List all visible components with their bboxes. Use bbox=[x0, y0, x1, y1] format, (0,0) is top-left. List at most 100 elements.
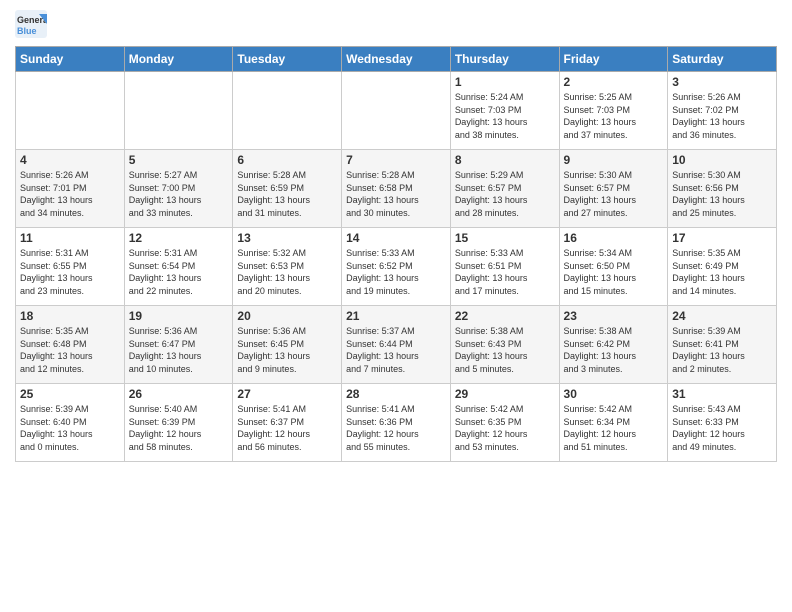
day-info: Sunrise: 5:40 AM Sunset: 6:39 PM Dayligh… bbox=[129, 403, 229, 453]
day-number: 19 bbox=[129, 309, 229, 323]
day-number: 13 bbox=[237, 231, 337, 245]
weekday-header-saturday: Saturday bbox=[668, 47, 777, 72]
day-info: Sunrise: 5:25 AM Sunset: 7:03 PM Dayligh… bbox=[564, 91, 664, 141]
day-info: Sunrise: 5:32 AM Sunset: 6:53 PM Dayligh… bbox=[237, 247, 337, 297]
day-number: 12 bbox=[129, 231, 229, 245]
day-number: 1 bbox=[455, 75, 555, 89]
calendar-cell: 3Sunrise: 5:26 AM Sunset: 7:02 PM Daylig… bbox=[668, 72, 777, 150]
day-info: Sunrise: 5:29 AM Sunset: 6:57 PM Dayligh… bbox=[455, 169, 555, 219]
day-number: 5 bbox=[129, 153, 229, 167]
day-number: 25 bbox=[20, 387, 120, 401]
day-number: 6 bbox=[237, 153, 337, 167]
calendar-cell: 30 Sunrise: 5:42 AM Sunset: 6:34 PM Dayli… bbox=[559, 384, 668, 462]
day-info: Sunrise: 5:34 AM Sunset: 6:50 PM Dayligh… bbox=[564, 247, 664, 297]
day-number: 22 bbox=[455, 309, 555, 323]
day-info: Sunrise: 5:42 AM Sunset: 6:34 PM Dayligh… bbox=[564, 403, 664, 453]
day-number: 7 bbox=[346, 153, 446, 167]
logo-icon: General Blue bbox=[15, 10, 47, 38]
day-info: Sunrise: 5:31 AM Sunset: 6:54 PM Dayligh… bbox=[129, 247, 229, 297]
calendar-week-4: 18Sunrise: 5:35 AM Sunset: 6:48 PM Dayli… bbox=[16, 306, 777, 384]
calendar-cell: 27 Sunrise: 5:41 AM Sunset: 6:37 PM Dayli… bbox=[233, 384, 342, 462]
day-number: 20 bbox=[237, 309, 337, 323]
calendar-cell: 8 Sunrise: 5:29 AM Sunset: 6:57 PM Daylig… bbox=[450, 150, 559, 228]
calendar-cell: 5 Sunrise: 5:27 AM Sunset: 7:00 PM Daylig… bbox=[124, 150, 233, 228]
calendar-cell: 2 Sunrise: 5:25 AM Sunset: 7:03 PM Daylig… bbox=[559, 72, 668, 150]
day-number: 29 bbox=[455, 387, 555, 401]
weekday-header-sunday: Sunday bbox=[16, 47, 125, 72]
calendar-cell: 14 Sunrise: 5:33 AM Sunset: 6:52 PM Dayli… bbox=[342, 228, 451, 306]
day-number: 9 bbox=[564, 153, 664, 167]
day-number: 31 bbox=[672, 387, 772, 401]
day-info: Sunrise: 5:35 AM Sunset: 6:49 PM Dayligh… bbox=[672, 247, 772, 297]
day-number: 30 bbox=[564, 387, 664, 401]
page-container: General Blue SundayMondayTuesdayWednesda… bbox=[0, 0, 792, 472]
weekday-header-row: SundayMondayTuesdayWednesdayThursdayFrid… bbox=[16, 47, 777, 72]
calendar-cell: 26 Sunrise: 5:40 AM Sunset: 6:39 PM Dayli… bbox=[124, 384, 233, 462]
day-info: Sunrise: 5:38 AM Sunset: 6:42 PM Dayligh… bbox=[564, 325, 664, 375]
calendar-cell: 10Sunrise: 5:30 AM Sunset: 6:56 PM Dayli… bbox=[668, 150, 777, 228]
calendar-week-5: 25 Sunrise: 5:39 AM Sunset: 6:40 PM Dayli… bbox=[16, 384, 777, 462]
day-info: Sunrise: 5:26 AM Sunset: 7:01 PM Dayligh… bbox=[20, 169, 120, 219]
calendar-cell: 21Sunrise: 5:37 AM Sunset: 6:44 PM Dayli… bbox=[342, 306, 451, 384]
day-info: Sunrise: 5:30 AM Sunset: 6:56 PM Dayligh… bbox=[672, 169, 772, 219]
calendar-cell: 28Sunrise: 5:41 AM Sunset: 6:36 PM Dayli… bbox=[342, 384, 451, 462]
day-number: 8 bbox=[455, 153, 555, 167]
day-info: Sunrise: 5:43 AM Sunset: 6:33 PM Dayligh… bbox=[672, 403, 772, 453]
calendar-cell: 22Sunrise: 5:38 AM Sunset: 6:43 PM Dayli… bbox=[450, 306, 559, 384]
calendar-cell: 11 Sunrise: 5:31 AM Sunset: 6:55 PM Dayli… bbox=[16, 228, 125, 306]
weekday-header-monday: Monday bbox=[124, 47, 233, 72]
calendar-cell: 23 Sunrise: 5:38 AM Sunset: 6:42 PM Dayli… bbox=[559, 306, 668, 384]
logo: General Blue bbox=[15, 10, 47, 38]
calendar-cell: 18Sunrise: 5:35 AM Sunset: 6:48 PM Dayli… bbox=[16, 306, 125, 384]
day-number: 26 bbox=[129, 387, 229, 401]
day-number: 16 bbox=[564, 231, 664, 245]
day-number: 23 bbox=[564, 309, 664, 323]
day-number: 2 bbox=[564, 75, 664, 89]
day-info: Sunrise: 5:42 AM Sunset: 6:35 PM Dayligh… bbox=[455, 403, 555, 453]
day-info: Sunrise: 5:33 AM Sunset: 6:51 PM Dayligh… bbox=[455, 247, 555, 297]
day-number: 27 bbox=[237, 387, 337, 401]
day-info: Sunrise: 5:41 AM Sunset: 6:37 PM Dayligh… bbox=[237, 403, 337, 453]
weekday-header-thursday: Thursday bbox=[450, 47, 559, 72]
day-info: Sunrise: 5:39 AM Sunset: 6:41 PM Dayligh… bbox=[672, 325, 772, 375]
calendar-cell: 19Sunrise: 5:36 AM Sunset: 6:47 PM Dayli… bbox=[124, 306, 233, 384]
day-number: 18 bbox=[20, 309, 120, 323]
day-number: 14 bbox=[346, 231, 446, 245]
calendar-cell: 7 Sunrise: 5:28 AM Sunset: 6:58 PM Daylig… bbox=[342, 150, 451, 228]
day-info: Sunrise: 5:27 AM Sunset: 7:00 PM Dayligh… bbox=[129, 169, 229, 219]
day-number: 4 bbox=[20, 153, 120, 167]
day-info: Sunrise: 5:33 AM Sunset: 6:52 PM Dayligh… bbox=[346, 247, 446, 297]
calendar-cell: 20 Sunrise: 5:36 AM Sunset: 6:45 PM Dayli… bbox=[233, 306, 342, 384]
calendar-cell: 1 Sunrise: 5:24 AM Sunset: 7:03 PM Daylig… bbox=[450, 72, 559, 150]
day-info: Sunrise: 5:39 AM Sunset: 6:40 PM Dayligh… bbox=[20, 403, 120, 453]
day-number: 24 bbox=[672, 309, 772, 323]
day-number: 11 bbox=[20, 231, 120, 245]
calendar-cell bbox=[124, 72, 233, 150]
day-info: Sunrise: 5:37 AM Sunset: 6:44 PM Dayligh… bbox=[346, 325, 446, 375]
calendar-cell: 16 Sunrise: 5:34 AM Sunset: 6:50 PM Dayli… bbox=[559, 228, 668, 306]
calendar-cell: 13 Sunrise: 5:32 AM Sunset: 6:53 PM Dayli… bbox=[233, 228, 342, 306]
day-number: 17 bbox=[672, 231, 772, 245]
day-info: Sunrise: 5:36 AM Sunset: 6:45 PM Dayligh… bbox=[237, 325, 337, 375]
day-info: Sunrise: 5:41 AM Sunset: 6:36 PM Dayligh… bbox=[346, 403, 446, 453]
calendar-cell: 31 Sunrise: 5:43 AM Sunset: 6:33 PM Dayli… bbox=[668, 384, 777, 462]
calendar-cell bbox=[233, 72, 342, 150]
calendar-week-3: 11 Sunrise: 5:31 AM Sunset: 6:55 PM Dayli… bbox=[16, 228, 777, 306]
weekday-header-wednesday: Wednesday bbox=[342, 47, 451, 72]
calendar-cell: 9 Sunrise: 5:30 AM Sunset: 6:57 PM Daylig… bbox=[559, 150, 668, 228]
weekday-header-tuesday: Tuesday bbox=[233, 47, 342, 72]
calendar-week-1: 1 Sunrise: 5:24 AM Sunset: 7:03 PM Daylig… bbox=[16, 72, 777, 150]
day-info: Sunrise: 5:31 AM Sunset: 6:55 PM Dayligh… bbox=[20, 247, 120, 297]
calendar-cell bbox=[16, 72, 125, 150]
day-info: Sunrise: 5:26 AM Sunset: 7:02 PM Dayligh… bbox=[672, 91, 772, 141]
calendar-cell: 24 Sunrise: 5:39 AM Sunset: 6:41 PM Dayli… bbox=[668, 306, 777, 384]
day-info: Sunrise: 5:24 AM Sunset: 7:03 PM Dayligh… bbox=[455, 91, 555, 141]
weekday-header-friday: Friday bbox=[559, 47, 668, 72]
day-info: Sunrise: 5:30 AM Sunset: 6:57 PM Dayligh… bbox=[564, 169, 664, 219]
day-number: 15 bbox=[455, 231, 555, 245]
calendar-week-2: 4 Sunrise: 5:26 AM Sunset: 7:01 PM Daylig… bbox=[16, 150, 777, 228]
calendar-cell: 25 Sunrise: 5:39 AM Sunset: 6:40 PM Dayli… bbox=[16, 384, 125, 462]
header: General Blue bbox=[15, 10, 777, 38]
calendar-cell: 4 Sunrise: 5:26 AM Sunset: 7:01 PM Daylig… bbox=[16, 150, 125, 228]
day-info: Sunrise: 5:28 AM Sunset: 6:58 PM Dayligh… bbox=[346, 169, 446, 219]
